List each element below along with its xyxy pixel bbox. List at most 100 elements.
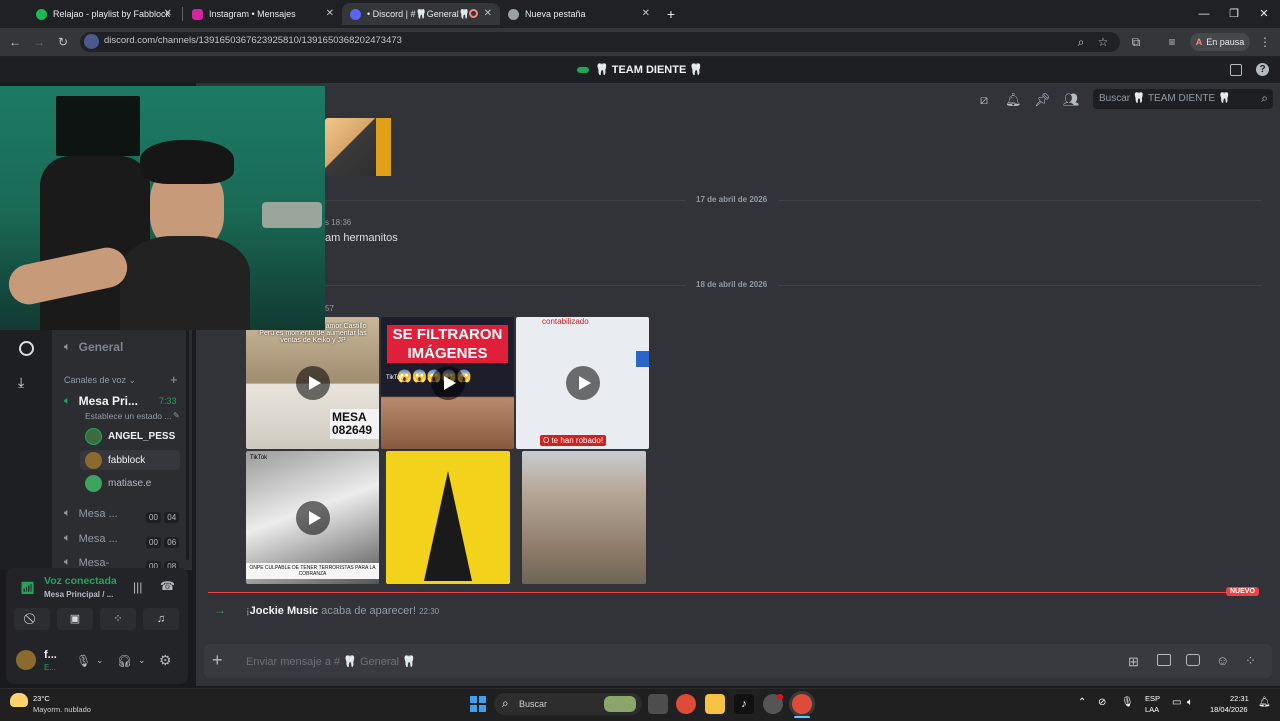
- image-attachment[interactable]: [522, 451, 646, 584]
- voice-connected-title[interactable]: Voz conectada: [44, 575, 117, 587]
- play-icon[interactable]: [295, 500, 330, 535]
- reload-icon[interactable]: ↻: [54, 33, 72, 51]
- weather-temp[interactable]: 23°C: [33, 694, 50, 703]
- file-explorer-icon[interactable]: [705, 694, 725, 714]
- media-control-icon[interactable]: ≡: [1163, 33, 1181, 51]
- tab-instagram[interactable]: Instagram • Mensajes ✕: [184, 3, 342, 25]
- user-name[interactable]: f...: [44, 649, 57, 661]
- sticker-icon[interactable]: [1186, 654, 1200, 666]
- voice-channel[interactable]: 🔈︎ Mesa ...: [64, 532, 118, 545]
- voice-status[interactable]: Establece un estado ...: [85, 411, 171, 421]
- site-info-icon[interactable]: [84, 34, 99, 49]
- zoom-icon[interactable]: ⌕: [1072, 33, 1090, 51]
- image-attachment[interactable]: [386, 451, 510, 584]
- avatar[interactable]: [85, 428, 102, 445]
- chrome-active-icon[interactable]: [792, 694, 812, 714]
- extensions-icon[interactable]: ⧉: [1127, 33, 1145, 51]
- voice-category-label[interactable]: Canales de voz ⌄: [64, 375, 136, 386]
- sidebar-scrollbar[interactable]: [186, 330, 189, 560]
- screen-share-icon[interactable]: ▣: [57, 608, 93, 630]
- search-box[interactable]: Buscar 🦷 TEAM DIENTE 🦷 ⌕: [1093, 89, 1273, 109]
- close-icon[interactable]: ✕: [484, 8, 492, 19]
- display-icon[interactable]: ▭: [1172, 697, 1181, 708]
- close-icon[interactable]: ✕: [642, 8, 650, 19]
- play-icon[interactable]: [565, 366, 600, 400]
- weather-desc[interactable]: Mayorm. nublado: [33, 705, 91, 714]
- close-icon[interactable]: ✕: [164, 8, 172, 19]
- tab-discord[interactable]: • Discord | #🦷General🦷 ✕: [342, 3, 500, 25]
- profile-paused-button[interactable]: A En pausa: [1190, 33, 1250, 51]
- add-channel-icon[interactable]: +: [170, 372, 178, 387]
- soundboard-icon[interactable]: ♫: [143, 608, 179, 630]
- disconnect-icon[interactable]: ☎︎: [160, 579, 175, 593]
- minimize-icon[interactable]: —: [1190, 4, 1218, 24]
- edit-status-icon[interactable]: ✎: [173, 411, 180, 420]
- video-attachment[interactable]: Como último acto de amor Castillo Perú e…: [246, 317, 379, 449]
- maximize-icon[interactable]: ❐: [1220, 4, 1248, 24]
- download-icon[interactable]: ⤓: [18, 374, 24, 391]
- forward-icon[interactable]: →: [30, 33, 48, 51]
- video-attachment[interactable]: contabilizado O te han robado!: [516, 317, 649, 449]
- play-icon[interactable]: [295, 366, 330, 400]
- voice-user-name[interactable]: matiase.e: [108, 478, 151, 489]
- play-icon[interactable]: [430, 366, 465, 400]
- noise-suppression-icon[interactable]: |||: [133, 580, 142, 594]
- chevron-down-icon[interactable]: ⌄: [96, 655, 104, 666]
- gift-icon[interactable]: ⊞: [1128, 654, 1139, 670]
- discord-avatar-icon[interactable]: [85, 475, 102, 492]
- back-icon[interactable]: ←: [6, 33, 24, 51]
- apps-icon[interactable]: ⁘: [1245, 653, 1256, 669]
- video-attachment[interactable]: SE FILTRARON IMÁGENES 😱😱😱😱😱 TikTok: [381, 317, 514, 449]
- bookmark-star-icon[interactable]: ☆: [1094, 33, 1112, 51]
- voice-connected-subtitle[interactable]: Mesa Principal / ...: [44, 590, 113, 599]
- voice-user-name[interactable]: fabblock: [108, 455, 145, 466]
- bell-icon[interactable]: 🔔︎: [1005, 92, 1022, 108]
- system-message: ¡Jockie Music acaba de aparecer! 22:30: [246, 605, 440, 617]
- threads-icon[interactable]: ⧄: [976, 92, 992, 108]
- tiktok-icon[interactable]: ♪: [734, 694, 754, 714]
- help-icon[interactable]: ?: [1256, 63, 1269, 76]
- headphones-icon[interactable]: 🎧︎: [117, 654, 132, 668]
- voice-channel-active[interactable]: 🔈︎ Mesa Pri...: [64, 394, 138, 408]
- inbox-icon[interactable]: [1230, 64, 1242, 76]
- channel-general[interactable]: 🔈︎ General: [64, 340, 123, 354]
- taskbar-search[interactable]: ⌕ Buscar: [494, 693, 642, 715]
- explore-icon[interactable]: [19, 341, 34, 356]
- camera-off-icon[interactable]: ⃠: [14, 608, 50, 630]
- network-icon[interactable]: ⊘: [1098, 697, 1106, 708]
- activities-icon[interactable]: ⁘: [100, 608, 136, 630]
- task-view-icon[interactable]: [648, 694, 668, 714]
- tab-spotify[interactable]: Relajao - playlist by Fabblock ✕: [28, 3, 180, 25]
- avatar[interactable]: [85, 452, 102, 469]
- members-icon[interactable]: 👥︎: [1063, 92, 1080, 108]
- start-icon[interactable]: [470, 696, 486, 712]
- menu-kebab-icon[interactable]: ⋮: [1256, 33, 1274, 51]
- notifications-icon[interactable]: 🔔︎: [1258, 697, 1271, 708]
- system-message-user[interactable]: Jockie Music: [250, 605, 318, 617]
- avatar[interactable]: [16, 650, 36, 670]
- video-attachment[interactable]: TikTok ONPE CULPABLE DE TENER TERRORISTA…: [246, 451, 379, 584]
- taskbar-search-label: Buscar: [519, 699, 548, 709]
- add-attachment-icon[interactable]: +: [212, 650, 223, 671]
- tray-overflow-icon[interactable]: ⌃: [1078, 697, 1086, 708]
- chrome-icon[interactable]: [676, 694, 696, 714]
- voice-channel[interactable]: 🔈︎ Mesa ...: [64, 507, 118, 520]
- new-tab-icon[interactable]: +: [662, 5, 680, 23]
- tab-new[interactable]: Nueva pestaña ✕: [500, 3, 658, 25]
- gear-icon[interactable]: ⚙︎: [159, 652, 172, 669]
- clock-date[interactable]: 18/04/2026: [1210, 705, 1248, 714]
- language-bottom[interactable]: LAA: [1145, 705, 1159, 714]
- gif-icon[interactable]: [1157, 654, 1171, 666]
- volume-icon[interactable]: 🔈︎: [1187, 697, 1193, 708]
- voice-user-name[interactable]: ANGEL_PESS: [108, 431, 175, 442]
- language-top[interactable]: ESP: [1145, 694, 1160, 703]
- close-icon[interactable]: ✕: [326, 8, 334, 19]
- close-window-icon[interactable]: ✕: [1250, 4, 1278, 24]
- chevron-down-icon[interactable]: ⌄: [138, 655, 146, 666]
- mic-tray-icon[interactable]: 🎙︎: [1121, 697, 1134, 708]
- microphone-icon[interactable]: 🎙︎: [76, 654, 91, 668]
- weather-icon[interactable]: [10, 693, 28, 707]
- pin-icon[interactable]: 📌︎: [1034, 92, 1051, 108]
- clock-time[interactable]: 22:31: [1230, 694, 1249, 703]
- emoji-icon[interactable]: ☺: [1216, 653, 1229, 668]
